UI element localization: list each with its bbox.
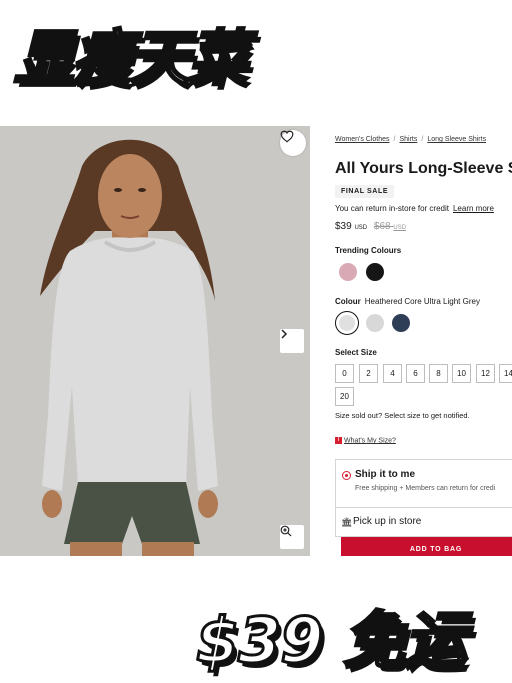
sale-price-currency: USD: [354, 225, 368, 231]
selected-colour-name: Heathered Core Ultra Light Grey: [364, 297, 480, 306]
return-policy-text: You can return in-store for credit: [335, 204, 449, 213]
store-icon: 🏛: [341, 517, 353, 527]
trending-colours-label: Trending Colours: [335, 246, 402, 255]
swatch-light-grey[interactable]: [366, 314, 384, 332]
size-option-0[interactable]: 0: [335, 364, 354, 383]
product-page-screenshot: Women's Clothes / Shirts / Long Sleeve Shirt…: [0, 126, 512, 556]
size-option-20[interactable]: 20: [335, 387, 354, 406]
breadcrumb-womens-clothes[interactable]: Women's Clothes: [335, 136, 390, 143]
zoom-button[interactable]: [280, 525, 304, 549]
breadcrumb-separator: /: [421, 136, 424, 143]
return-policy: You can return in-store for credit Learn …: [335, 204, 494, 213]
size-option-6[interactable]: 6: [406, 364, 425, 383]
model-illustration: [0, 126, 310, 556]
colour-label: Colour: [335, 297, 361, 306]
product-info-panel: Women's Clothes / Shirts / Long Sleeve Shirt…: [335, 126, 512, 556]
size-option-12[interactable]: 12: [476, 364, 495, 383]
ship-title: Ship it to me: [355, 469, 415, 480]
sale-price: $39: [335, 221, 352, 232]
promo-headline-top: 显瘦天菜: [13, 23, 250, 96]
size-option-2[interactable]: 2: [359, 364, 378, 383]
product-photo: [0, 126, 310, 556]
size-guide: T What's My Size?: [335, 437, 396, 444]
size-option-4[interactable]: 4: [383, 364, 402, 383]
price: $39 USD $68 USD: [335, 221, 406, 232]
breadcrumb-separator: /: [393, 136, 396, 143]
swatch-trending-pink[interactable]: [339, 263, 357, 281]
size-option-8[interactable]: 8: [429, 364, 448, 383]
breadcrumb-shirts[interactable]: Shirts: [399, 136, 417, 143]
pickup-title: Pick up in store: [353, 516, 422, 527]
ship-subtitle: Free shipping + Members can return for c…: [355, 485, 496, 492]
add-to-bag-button[interactable]: ADD TO BAG: [341, 537, 512, 556]
final-sale-badge: FINAL SALE: [335, 185, 395, 198]
product-title: All Yours Long-Sleeve S: [335, 160, 512, 177]
original-price-value: $68: [373, 221, 391, 232]
original-price-currency: USD: [393, 225, 407, 231]
wishlist-button[interactable]: [280, 130, 306, 156]
learn-more-link[interactable]: Learn more: [453, 204, 494, 213]
promo-headline-bottom: $39 免运: [194, 603, 467, 679]
soldout-note: Size sold out? Select size to get notifi…: [335, 411, 470, 420]
colour-selection: Colour Heathered Core Ultra Light Grey: [335, 297, 480, 306]
next-image-button[interactable]: [280, 329, 304, 353]
size-label: Select Size: [335, 348, 377, 357]
swatch-heathered-light-grey[interactable]: [339, 315, 355, 331]
size-option-14[interactable]: 14: [499, 364, 512, 383]
ship-it-option[interactable]: Ship it to me Free shipping + Members ca…: [335, 459, 512, 507]
chevron-right-icon: [281, 329, 288, 339]
swatch-navy[interactable]: [392, 314, 410, 332]
size-guide-icon: T: [335, 437, 342, 444]
breadcrumb-long-sleeve-shirts[interactable]: Long Sleeve Shirts: [427, 136, 486, 143]
ship-radio-selected[interactable]: [342, 471, 351, 480]
heart-icon: [280, 130, 294, 143]
swatch-trending-black[interactable]: [366, 263, 384, 281]
size-option-10[interactable]: 10: [452, 364, 471, 383]
breadcrumb: Women's Clothes / Shirts / Long Sleeve Shirt…: [335, 136, 486, 143]
original-price: $68 USD: [374, 221, 406, 232]
pickup-option[interactable]: 🏛 Pick up in store: [335, 507, 512, 537]
zoom-in-icon: [280, 525, 292, 537]
whats-my-size-link[interactable]: What's My Size?: [344, 437, 396, 444]
